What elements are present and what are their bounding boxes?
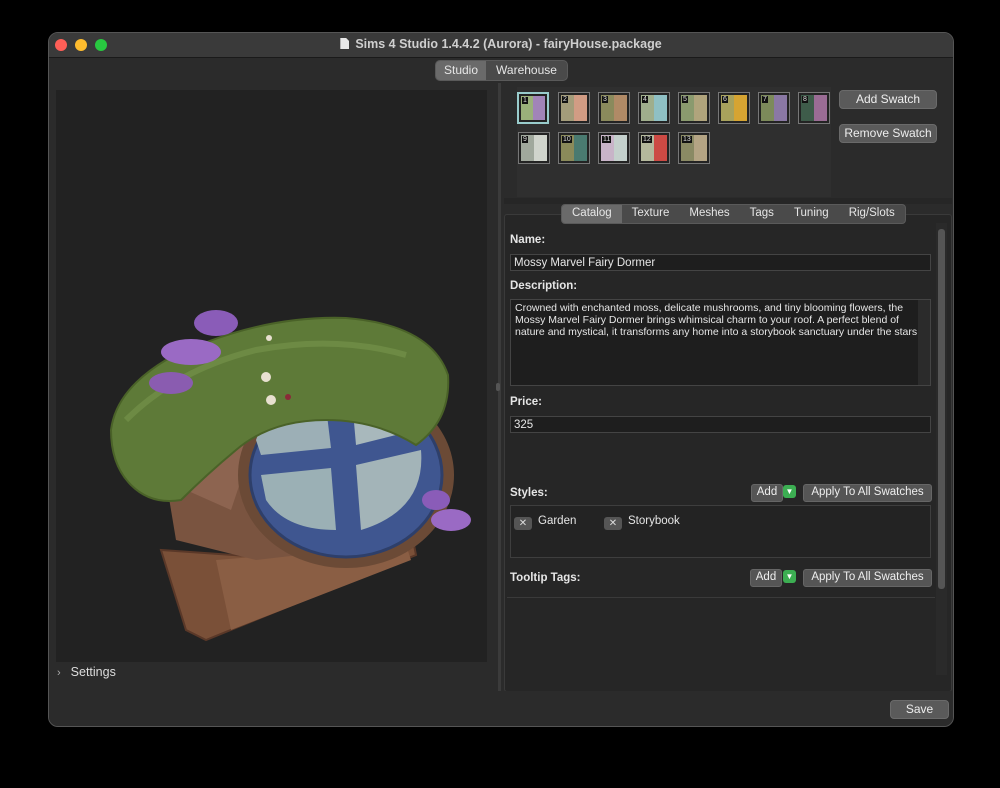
app-window: Sims 4 Studio 1.4.4.2 (Aurora) - fairyHo…	[48, 32, 954, 727]
swatch-number: 13	[682, 136, 692, 143]
swatch-4[interactable]: 4	[638, 92, 670, 124]
name-field[interactable]: Mossy Marvel Fairy Dormer	[510, 254, 931, 271]
swatch-2[interactable]: 2	[558, 92, 590, 124]
tab-catalog[interactable]: Catalog	[562, 205, 622, 223]
swatch-11[interactable]: 11	[598, 132, 630, 164]
swatch-5[interactable]: 5	[678, 92, 710, 124]
price-label: Price:	[510, 396, 542, 408]
mode-warehouse-tab[interactable]: Warehouse	[486, 61, 567, 80]
swatch-number: 8	[802, 96, 808, 103]
description-field[interactable]: Crowned with enchanted moss, delicate mu…	[510, 299, 931, 386]
swatch-13[interactable]: 13	[678, 132, 710, 164]
price-field[interactable]: 325	[510, 416, 931, 433]
editor-tabs: Catalog Texture Meshes Tags Tuning Rig/S…	[561, 204, 906, 224]
tab-texture[interactable]: Texture	[622, 205, 680, 223]
settings-disclosure[interactable]: › Settings	[57, 665, 116, 679]
swatch-number: 12	[642, 136, 652, 143]
swatch-9[interactable]: 9	[518, 132, 550, 164]
window-title-text: Sims 4 Studio 1.4.4.2 (Aurora) - fairyHo…	[355, 37, 662, 51]
add-swatch-button[interactable]: Add Swatch	[839, 90, 937, 109]
styles-add-dropdown-icon[interactable]: ▼	[783, 485, 796, 498]
tooltip-tags-label: Tooltip Tags:	[510, 572, 581, 584]
styles-tag-box	[510, 505, 931, 558]
styles-label: Styles:	[510, 487, 548, 499]
swatch-number: 7	[762, 96, 768, 103]
name-label: Name:	[510, 234, 546, 246]
swatch-number: 1	[522, 97, 528, 104]
style-chip-label: Storybook	[628, 515, 680, 527]
swatch-number: 9	[522, 136, 528, 143]
chevron-right-icon: ›	[57, 667, 61, 679]
window-title: Sims 4 Studio 1.4.4.2 (Aurora) - fairyHo…	[49, 37, 953, 51]
swatch-6[interactable]: 6	[718, 92, 750, 124]
style-chip-storybook: ✕ Storybook	[604, 515, 680, 530]
styles-add-button[interactable]: Add	[751, 484, 783, 502]
description-label: Description:	[510, 280, 578, 292]
swatch-number: 6	[722, 96, 728, 103]
3d-preview-viewport[interactable]	[56, 90, 487, 662]
settings-label: Settings	[70, 665, 116, 679]
swatch-1[interactable]: 1	[517, 92, 549, 124]
swatch-10[interactable]: 10	[558, 132, 590, 164]
swatch-number: 3	[602, 96, 608, 103]
swatch-grid: 1 2 3 4 5 6 7 8 9 10 11 12 13	[517, 87, 831, 197]
description-scrollbar[interactable]	[918, 300, 930, 385]
tooltip-apply-all-button[interactable]: Apply To All Swatches	[803, 569, 932, 587]
swatch-8[interactable]: 8	[798, 92, 830, 124]
tab-tags[interactable]: Tags	[740, 205, 784, 223]
swatch-7[interactable]: 7	[758, 92, 790, 124]
swatch-number: 4	[642, 96, 648, 103]
swatch-number: 5	[682, 96, 688, 103]
splitter-handle[interactable]	[496, 383, 500, 391]
swatch-number: 10	[562, 136, 572, 143]
styles-apply-all-button[interactable]: Apply To All Swatches	[803, 484, 932, 502]
tooltip-add-dropdown-icon[interactable]: ▼	[783, 570, 796, 583]
mode-studio-tab[interactable]: Studio	[436, 61, 486, 80]
save-button[interactable]: Save	[890, 700, 949, 719]
tooltip-divider	[507, 597, 935, 598]
tab-tuning[interactable]: Tuning	[784, 205, 839, 223]
panel-scrollbar-thumb[interactable]	[938, 229, 945, 589]
remove-tag-icon[interactable]: ✕	[604, 517, 622, 530]
swatch-3[interactable]: 3	[598, 92, 630, 124]
mode-switcher: Studio Warehouse	[435, 60, 568, 81]
style-chip-label: Garden	[538, 515, 577, 527]
swatch-number: 11	[602, 136, 612, 143]
style-chip-garden: ✕ Garden	[514, 515, 576, 530]
tooltip-add-button[interactable]: Add	[750, 569, 782, 587]
fairy-dormer-model	[109, 310, 471, 642]
swatch-number: 2	[562, 96, 568, 103]
remove-swatch-button[interactable]: Remove Swatch	[839, 124, 937, 143]
tab-rig-slots[interactable]: Rig/Slots	[839, 205, 905, 223]
description-text: Crowned with enchanted moss, delicate mu…	[515, 302, 921, 338]
remove-tag-icon[interactable]: ✕	[514, 517, 532, 530]
title-bar: Sims 4 Studio 1.4.4.2 (Aurora) - fairyHo…	[49, 33, 953, 58]
tab-meshes[interactable]: Meshes	[679, 205, 739, 223]
swatch-12[interactable]: 12	[638, 132, 670, 164]
document-icon	[340, 38, 350, 49]
bottom-bar	[49, 691, 953, 726]
